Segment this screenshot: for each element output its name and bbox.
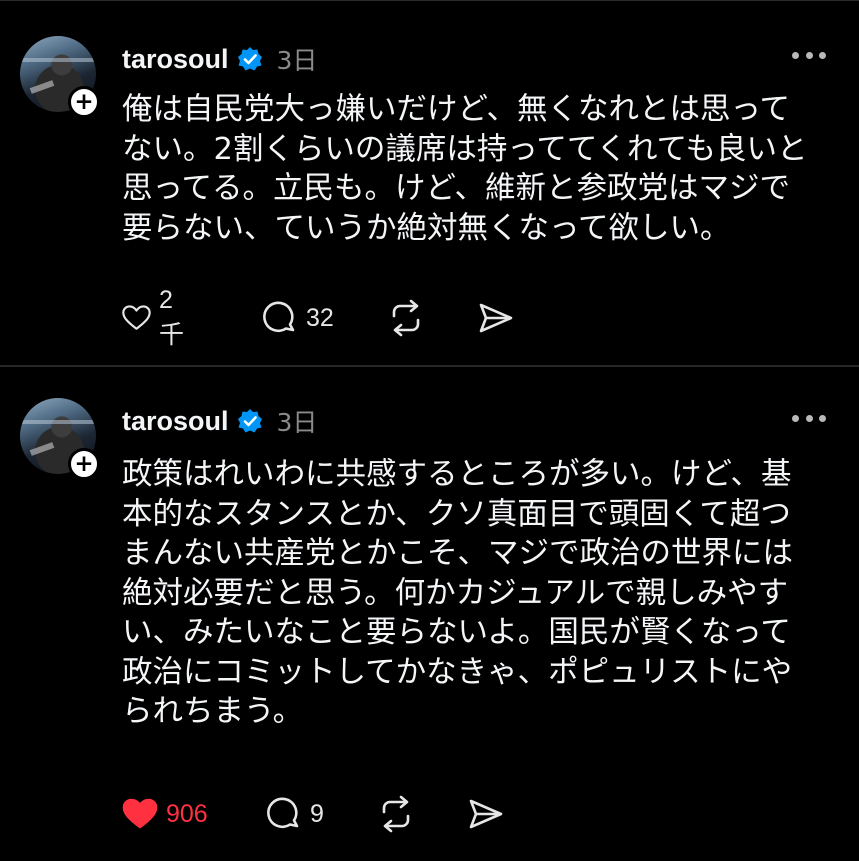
heart-icon <box>122 305 151 330</box>
like-count: 906 <box>166 799 208 828</box>
like-button[interactable]: 2千 <box>120 286 191 349</box>
follow-plus-icon[interactable]: + <box>68 448 100 480</box>
comment-button[interactable]: 9 <box>264 794 324 834</box>
repost-button[interactable] <box>386 298 426 338</box>
comment-button[interactable]: 32 <box>260 298 334 338</box>
like-button[interactable]: 906 <box>120 794 208 834</box>
post-time: 3日 <box>276 46 318 75</box>
share-icon <box>479 303 513 333</box>
comment-icon <box>263 301 295 333</box>
follow-plus-icon[interactable]: + <box>68 86 100 118</box>
share-icon <box>469 799 503 829</box>
comment-icon <box>267 797 299 829</box>
verified-badge-icon <box>237 409 262 433</box>
repost-icon <box>392 299 420 337</box>
share-button[interactable] <box>466 794 506 834</box>
repost-button[interactable] <box>376 794 416 834</box>
more-options-icon[interactable] <box>792 50 826 60</box>
share-button[interactable] <box>476 298 516 338</box>
username[interactable]: tarosoul <box>122 406 229 437</box>
repost-icon <box>382 795 410 833</box>
reply-count: 32 <box>306 303 334 332</box>
verified-badge-icon <box>237 47 262 71</box>
heart-filled-icon <box>122 798 158 829</box>
more-options-icon[interactable] <box>792 413 826 423</box>
post-text: 俺は自民党大っ嫌いだけど、無くなれとは思って ない。2割くらいの議席は持っててく… <box>122 92 808 246</box>
post-text: 政策はれいわに共感するところが多い。けど、基 本的なスタンスとか、クソ真面目で頭… <box>122 457 793 729</box>
top-divider <box>0 0 859 1</box>
post-divider <box>0 365 859 367</box>
username[interactable]: tarosoul <box>122 44 229 75</box>
like-count: 2千 <box>158 285 184 349</box>
post-time: 3日 <box>276 408 318 437</box>
reply-count: 9 <box>310 799 324 828</box>
